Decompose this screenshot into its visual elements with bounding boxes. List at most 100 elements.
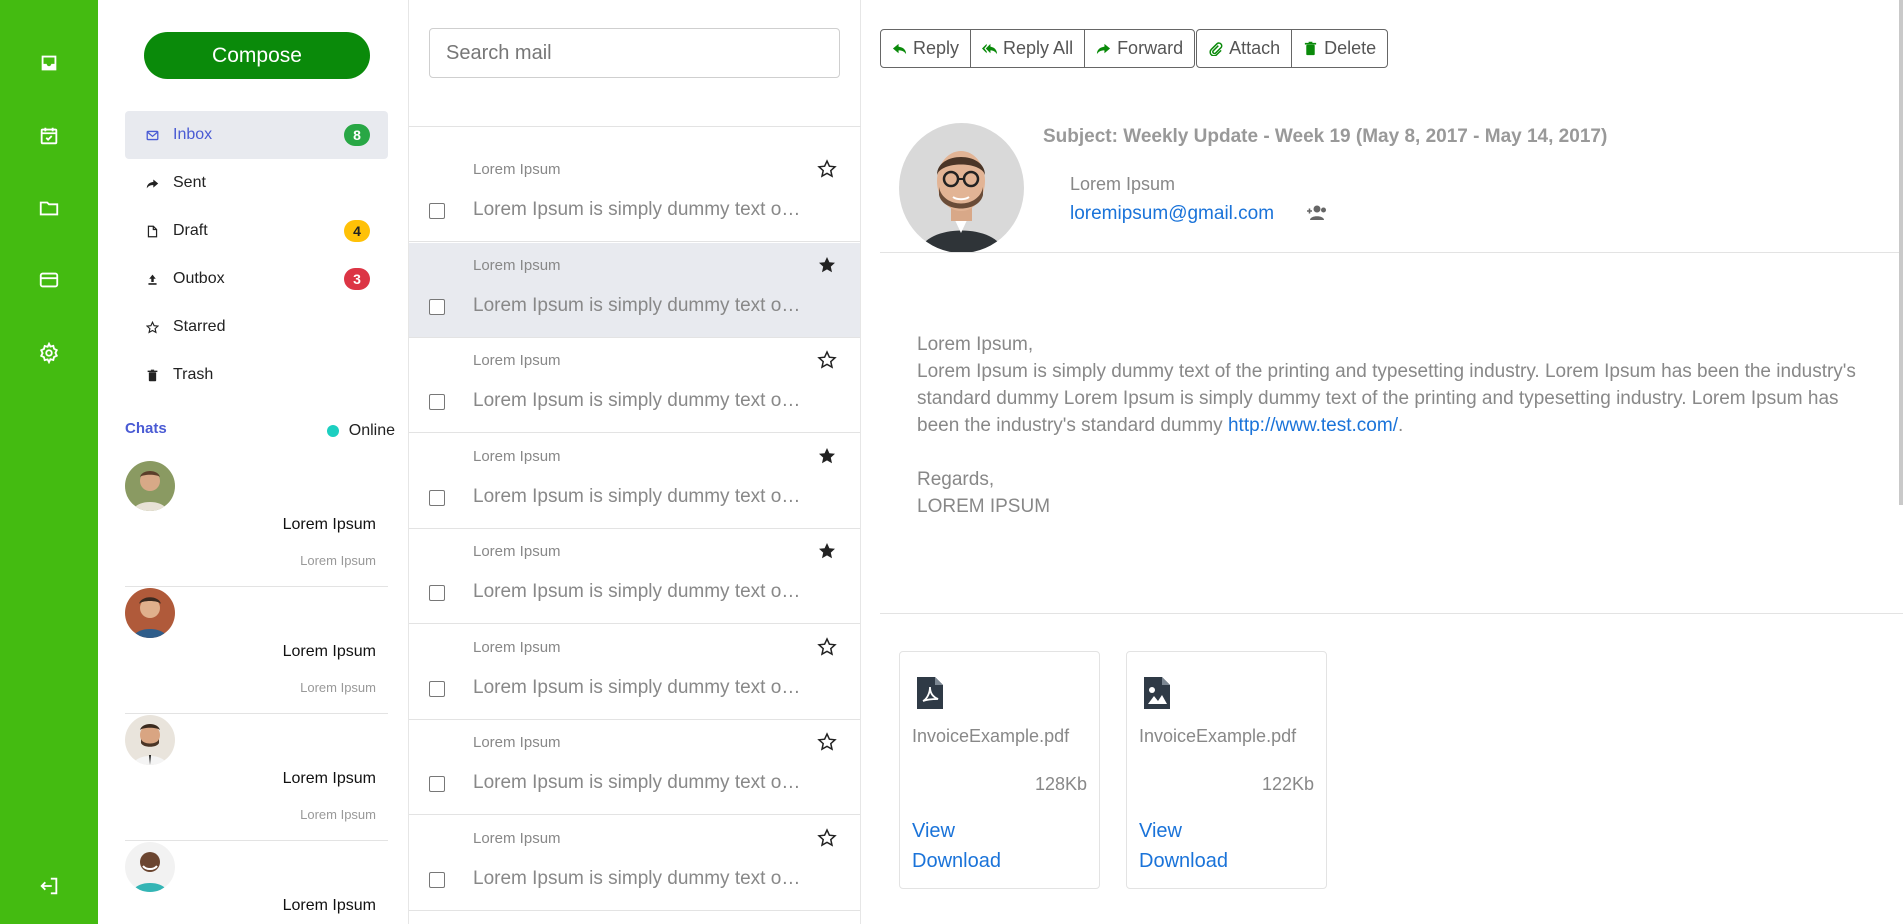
mail-select-checkbox[interactable] — [429, 394, 445, 410]
avatar — [125, 461, 175, 511]
message-link[interactable]: http://www.test.com/ — [1228, 415, 1398, 436]
folder-label: Draft — [173, 222, 208, 239]
mail-select-checkbox[interactable] — [429, 489, 445, 506]
app-rail — [0, 0, 98, 924]
mail-sender: Lorem Ipsum — [473, 543, 561, 560]
chat-item[interactable]: Lorem Ipsum — [125, 842, 388, 924]
message-body: Lorem Ipsum, Lorem Ipsum is simply dummy… — [917, 331, 1857, 520]
mail-preview: Lorem Ipsum is simply dummy text of the … — [473, 867, 803, 889]
star-filled-icon[interactable] — [817, 446, 837, 466]
credit-card-icon[interactable] — [35, 266, 63, 294]
star-outline-icon[interactable] — [817, 827, 837, 848]
reply-all-button[interactable]: Reply All — [970, 29, 1086, 68]
forward-button[interactable]: Forward — [1084, 29, 1196, 68]
reply-all-icon — [982, 43, 998, 55]
folder-draft[interactable]: Draft 4 — [125, 207, 388, 255]
star-filled-icon[interactable] — [817, 541, 837, 561]
mail-select-checkbox[interactable] — [429, 871, 445, 888]
view-link[interactable]: View — [1139, 820, 1182, 843]
logout-icon[interactable] — [35, 872, 63, 900]
folder-label: Starred — [173, 318, 226, 335]
star-outline-icon[interactable] — [817, 350, 837, 370]
attachment-size: 122Kb — [1261, 774, 1314, 794]
mail-list-item[interactable]: Lorem Ipsum Lorem Ipsum is simply dummy t… — [409, 147, 860, 242]
sender-email-link[interactable]: loremipsum@gmail.com — [1070, 203, 1274, 225]
chat-message: Lorem Ipsum — [300, 807, 376, 822]
folder-trash[interactable]: Trash — [125, 351, 388, 399]
folder-outbox[interactable]: Outbox 3 — [125, 255, 388, 303]
mail-select-checkbox[interactable] — [429, 680, 445, 697]
compose-button[interactable]: Compose — [144, 32, 370, 79]
mail-sender: Lorem Ipsum — [473, 256, 561, 274]
star-outline-icon[interactable] — [817, 732, 837, 752]
outbox-count-badge: 3 — [344, 268, 370, 290]
mail-sender: Lorem Ipsum — [473, 829, 561, 847]
mail-select-checkbox[interactable] — [429, 203, 445, 219]
mail-list-item[interactable]: Lorem Ipsum Lorem Ipsum is simply dummy t… — [409, 242, 860, 338]
chats-title: Chats — [125, 420, 167, 437]
star-filled-icon[interactable] — [817, 255, 837, 275]
star-outline-icon[interactable] — [817, 159, 837, 179]
search-input[interactable] — [429, 28, 840, 78]
chat-item[interactable]: Lorem Ipsum Lorem Ipsum — [125, 461, 388, 587]
chat-name: Lorem Ipsum — [282, 897, 376, 914]
reply-all-label: Reply All — [1003, 38, 1074, 58]
mail-list-item[interactable]: Lorem Ipsum Lorem Ipsum is simply dummy t… — [409, 816, 860, 911]
mail-select-checkbox[interactable] — [429, 298, 445, 315]
mail-preview: Lorem Ipsum is simply dummy text of the … — [473, 390, 803, 411]
settings-gear-icon[interactable] — [35, 339, 63, 367]
mail-select-checkbox[interactable] — [429, 776, 445, 792]
scrollbar-thumb[interactable] — [1899, 0, 1903, 505]
chat-item[interactable]: Lorem Ipsum Lorem Ipsum — [125, 715, 388, 841]
avatar — [125, 715, 175, 765]
online-status-label: Online — [348, 422, 395, 439]
mail-list-item[interactable]: Lorem Ipsum Lorem Ipsum is simply dummy t… — [409, 434, 860, 529]
sender-name: Lorem Ipsum — [1070, 174, 1176, 194]
reply-button[interactable]: Reply — [880, 29, 972, 68]
folder-sent[interactable]: Sent — [125, 159, 388, 207]
online-dot-icon — [326, 425, 339, 437]
attach-button[interactable]: Attach — [1196, 29, 1293, 68]
mail-preview: Lorem Ipsum is simply dummy text of the … — [473, 485, 803, 507]
download-link[interactable]: Download — [1139, 850, 1228, 873]
mail-list-item[interactable]: Lorem Ipsum Lorem Ipsum is simply dummy t… — [409, 720, 860, 815]
mail-icon — [145, 128, 159, 142]
download-link[interactable]: Download — [912, 850, 1001, 873]
delete-button[interactable]: Delete — [1291, 29, 1389, 68]
chat-message: Lorem Ipsum — [300, 553, 376, 568]
folder-inbox[interactable]: Inbox 8 — [125, 111, 388, 159]
attachment-card: InvoiceExample.pdf 122Kb View Download — [1126, 651, 1327, 889]
view-link[interactable]: View — [912, 820, 955, 843]
upload-icon — [145, 272, 159, 286]
attach-label: Attach — [1229, 38, 1281, 58]
star-outline-icon[interactable] — [817, 636, 837, 657]
chat-name: Lorem Ipsum — [282, 643, 376, 660]
mail-list-item[interactable]: Lorem Ipsum Lorem Ipsum is simply dummy t… — [409, 529, 860, 624]
mail-list-item[interactable]: Lorem Ipsum Lorem Ipsum is simply dummy t… — [409, 338, 860, 433]
message-paragraph: Lorem Ipsum is simply dummy text of the … — [917, 358, 1857, 439]
inbox-tray-icon[interactable] — [35, 49, 63, 77]
mail-preview: Lorem Ipsum is simply dummy text of the … — [473, 199, 803, 220]
attachment-card: InvoiceExample.pdf 128Kb View Download — [899, 651, 1100, 889]
star-icon — [145, 320, 159, 334]
mail-select-checkbox[interactable] — [429, 585, 445, 601]
mail-list-item[interactable]: Lorem Ipsum Lorem Ipsum is simply dummy t… — [409, 625, 860, 720]
message-subject: Subject: Weekly Update - Week 19 (May 8,… — [1043, 126, 1608, 147]
folder-label: Outbox — [173, 270, 225, 287]
calendar-check-icon[interactable] — [35, 122, 63, 150]
online-status: Online — [326, 422, 395, 440]
folder-icon[interactable] — [35, 194, 63, 222]
folder-label: Sent — [173, 174, 206, 191]
chat-item[interactable]: Lorem Ipsum Lorem Ipsum — [125, 588, 388, 714]
mail-preview: Lorem Ipsum is simply dummy text of the … — [473, 294, 803, 316]
folder-panel: Compose Inbox 8 Sent Draft 4 Outbox 3 St… — [98, 0, 409, 924]
file-icon — [145, 224, 159, 238]
reply-label: Reply — [913, 38, 960, 58]
add-contact-icon[interactable] — [1306, 204, 1328, 222]
mail-sender: Lorem Ipsum — [473, 734, 561, 751]
delete-label: Delete — [1324, 38, 1377, 58]
folder-starred[interactable]: Starred — [125, 303, 388, 351]
message-link-suffix: . — [1397, 415, 1404, 436]
reading-pane: Reply Reply All Forward Attach Delete Su… — [861, 0, 1903, 924]
folder-label: Trash — [173, 366, 214, 383]
